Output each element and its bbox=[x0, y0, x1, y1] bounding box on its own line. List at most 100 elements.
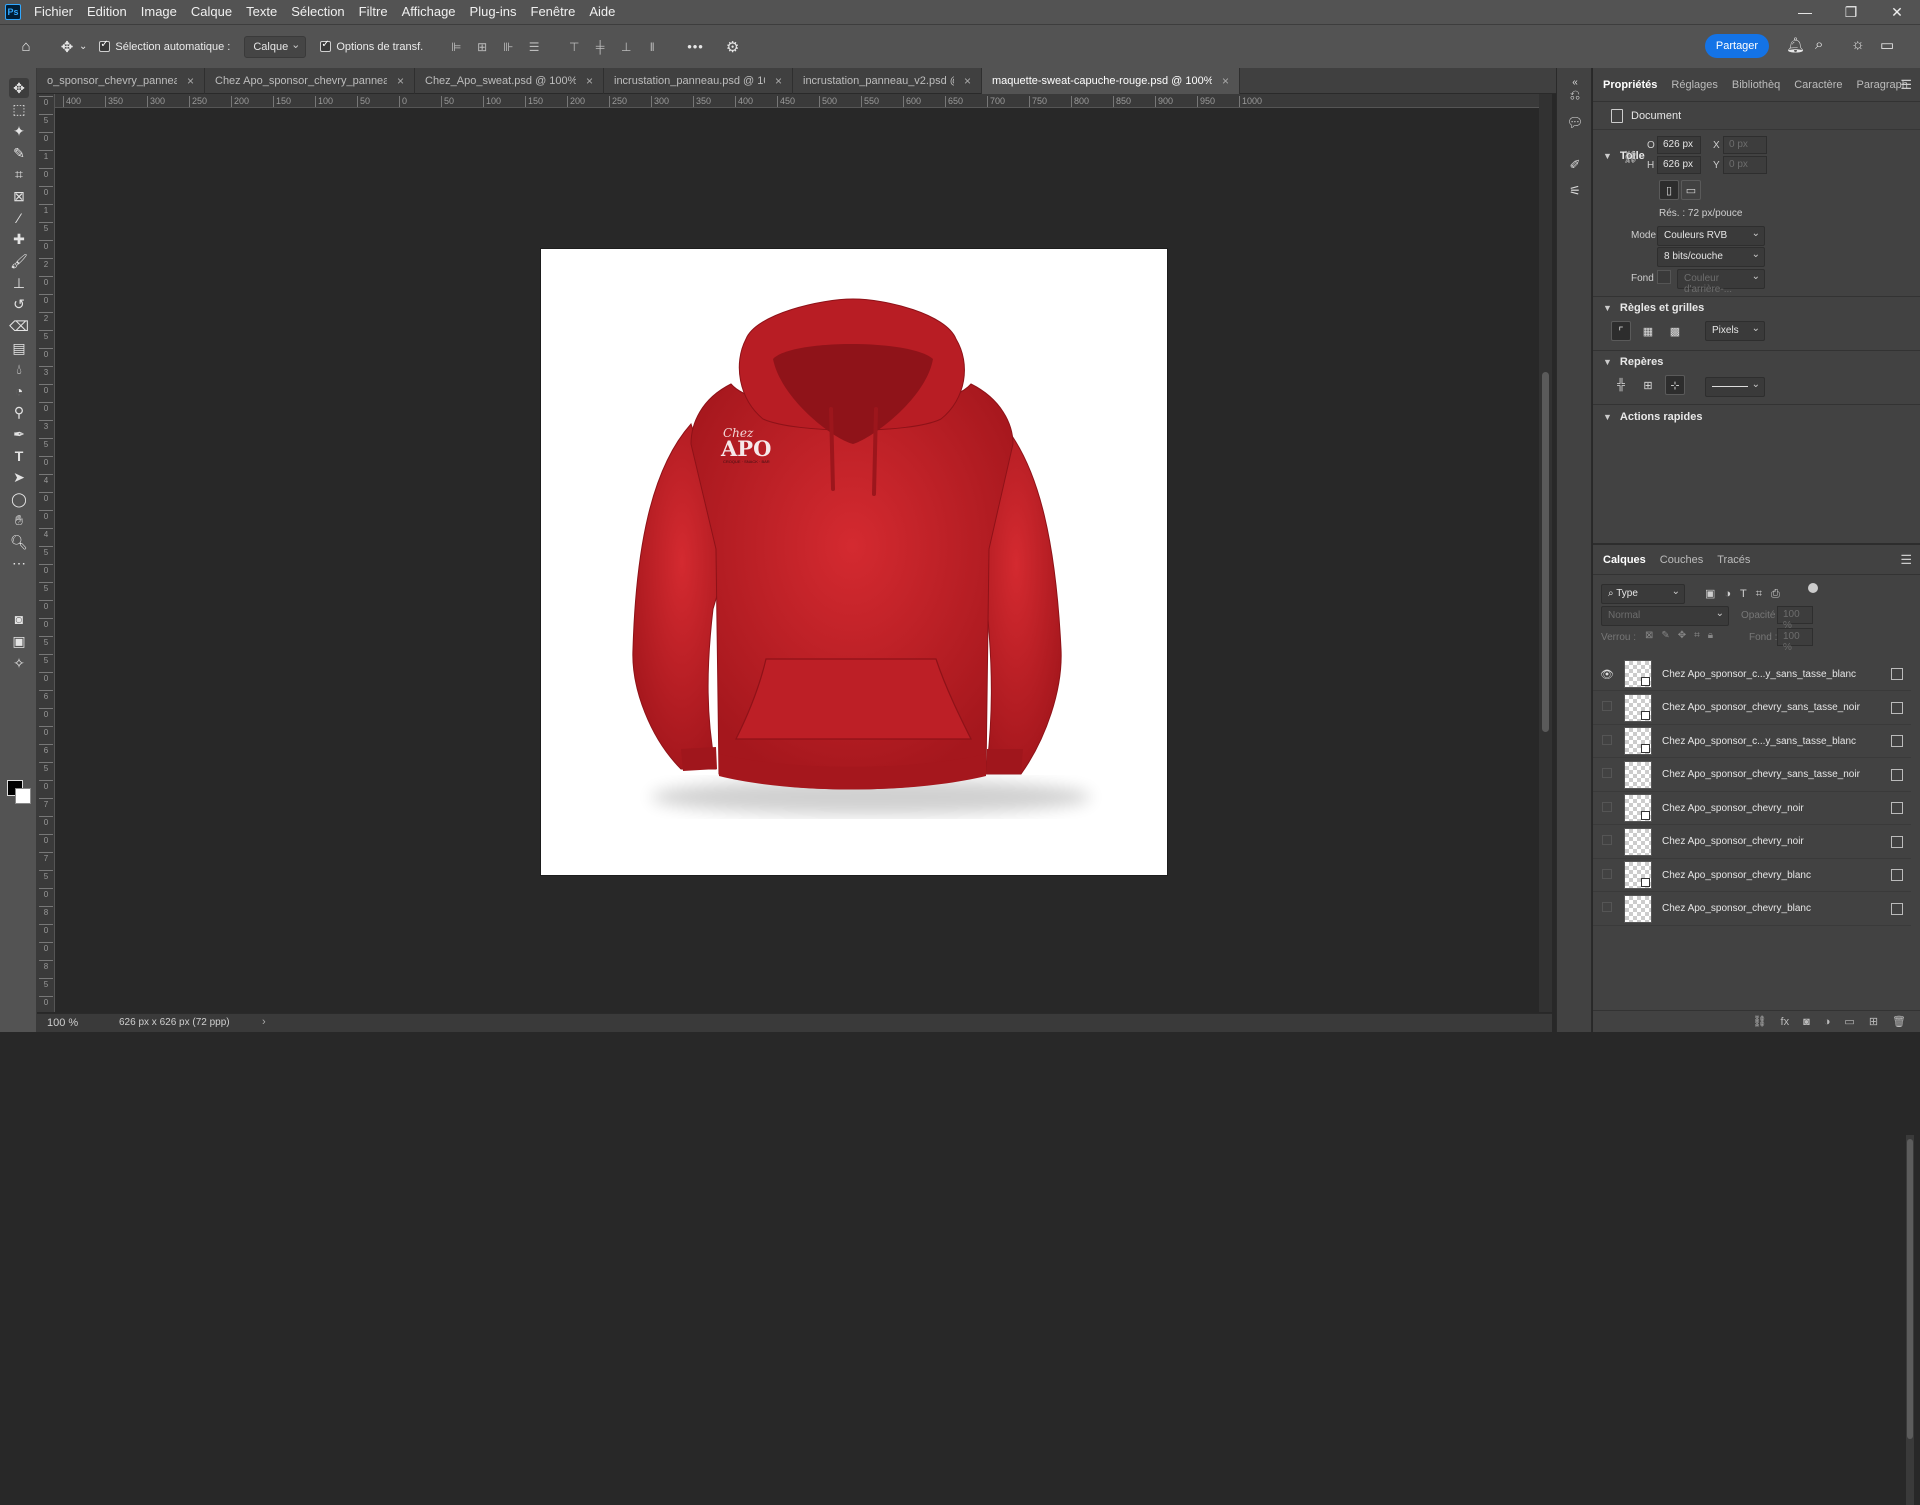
guides-icon[interactable]: ╬ bbox=[1611, 375, 1631, 395]
menu-image[interactable]: Image bbox=[134, 0, 184, 24]
document-tab[interactable]: incrustation_panneau_v2.psd @ 100... × bbox=[793, 68, 982, 94]
status-menu-arrow[interactable]: › bbox=[262, 1016, 266, 1028]
move-tool-icon[interactable]: ✥ bbox=[59, 38, 75, 56]
document-tab[interactable]: incrustation_panneau.psd @ 100% (... × bbox=[604, 68, 793, 94]
adjustment-layer-icon[interactable]: ◑ bbox=[1824, 1016, 1831, 1028]
document-tab[interactable]: Chez_Apo_sweat.psd @ 100% (Chez... × bbox=[415, 68, 604, 94]
share-button[interactable]: Partager bbox=[1705, 34, 1769, 58]
eye-icon[interactable]: 👁︎ bbox=[1593, 668, 1621, 681]
layer-row[interactable]: 👁︎ Chez Apo_sponsor_c...y_sans_tasse_blan… bbox=[1593, 658, 1911, 691]
pen-tool-icon[interactable]: ✒ bbox=[9, 424, 29, 444]
link-icon[interactable]: ⛓ bbox=[1623, 150, 1638, 164]
pixel-grid-icon[interactable]: ▩ bbox=[1665, 321, 1685, 341]
menu-filtre[interactable]: Filtre bbox=[352, 0, 395, 24]
visibility-toggle[interactable] bbox=[1593, 902, 1621, 915]
layer-row[interactable]: Chez Apo_sponsor_chevry_noir bbox=[1593, 792, 1911, 825]
visibility-toggle[interactable] bbox=[1593, 701, 1621, 714]
comments-icon[interactable]: 💬︎ bbox=[1566, 114, 1584, 132]
restore-button[interactable]: ❐ bbox=[1828, 0, 1874, 24]
rulers-toggle-button[interactable]: ⌜ bbox=[1611, 321, 1631, 341]
blur-tool-icon[interactable]: 💧︎ bbox=[9, 359, 29, 379]
more-tools-icon[interactable]: ⋯ bbox=[9, 553, 29, 573]
hand-tool-icon[interactable]: ✋︎ bbox=[9, 510, 29, 530]
adjustments-icon[interactable]: ⚟ bbox=[1566, 182, 1584, 200]
auto-select-dropdown[interactable]: Calque bbox=[244, 35, 307, 58]
panel-menu-icon[interactable]: ☰ bbox=[1900, 552, 1912, 568]
grid-icon[interactable]: ▦ bbox=[1638, 321, 1658, 341]
search-icon[interactable]: ⌕ bbox=[1815, 36, 1823, 53]
blend-mode-dropdown[interactable]: Normal bbox=[1601, 606, 1729, 626]
trash-icon[interactable]: 🗑︎ bbox=[1892, 1015, 1906, 1028]
layer-row[interactable]: Chez Apo_sponsor_chevry_blanc bbox=[1593, 893, 1911, 926]
zoom-tool-icon[interactable]: 🔍︎ bbox=[9, 532, 29, 552]
align-top-icon[interactable]: ⊤ bbox=[567, 40, 581, 54]
portrait-orientation-button[interactable]: ▯ bbox=[1659, 180, 1679, 200]
close-tab-icon[interactable]: × bbox=[964, 74, 971, 88]
align-middle-icon[interactable]: ╪ bbox=[593, 40, 607, 54]
layer-row[interactable]: Chez Apo_sponsor_chevry_sans_tasse_noir bbox=[1593, 759, 1911, 792]
sponge-tool-icon[interactable]: ⚲ bbox=[9, 402, 29, 422]
visibility-toggle[interactable] bbox=[1593, 868, 1621, 882]
close-tab-icon[interactable]: × bbox=[397, 74, 404, 88]
menu-aide[interactable]: Aide bbox=[582, 0, 622, 24]
menu-calque[interactable]: Calque bbox=[184, 0, 239, 24]
layers-scrollbar[interactable] bbox=[1906, 1135, 1914, 1505]
fond-dropdown[interactable]: Couleur d'arrière-... bbox=[1677, 269, 1765, 295]
tab-traces[interactable]: Tracés bbox=[1717, 554, 1750, 566]
link-layers-icon[interactable]: ⛓ bbox=[1753, 1015, 1767, 1028]
close-window-button[interactable]: ✕ bbox=[1874, 0, 1920, 24]
visibility-box[interactable] bbox=[1602, 701, 1612, 711]
vertical-scrollbar[interactable] bbox=[1539, 94, 1552, 1012]
zoom-level[interactable]: 100 % bbox=[47, 1017, 78, 1029]
tab-calques[interactable]: Calques bbox=[1603, 554, 1646, 566]
type-tool-icon[interactable]: T bbox=[9, 446, 29, 466]
bell-icon[interactable]: 🔔︎ bbox=[1786, 36, 1805, 54]
auto-select-checkbox[interactable]: Sélection automatique : bbox=[99, 39, 230, 53]
align-left-icon[interactable]: ⊫ bbox=[449, 40, 463, 54]
tab-bibliotheque[interactable]: Bibliothèq bbox=[1732, 79, 1780, 91]
guides-section-header[interactable]: ▼ Repères bbox=[1593, 349, 1663, 375]
more-options-icon[interactable]: ••• bbox=[687, 39, 704, 54]
close-tab-icon[interactable]: × bbox=[187, 74, 194, 88]
new-guide-icon[interactable]: ⊞ bbox=[1638, 375, 1658, 395]
quick-actions-section-header[interactable]: ▼ Actions rapides bbox=[1593, 404, 1702, 430]
artboard[interactable]: Chez APO CROQUE · SNACK · BAR bbox=[541, 249, 1167, 875]
layer-row[interactable]: Chez Apo_sponsor_chevry_noir bbox=[1593, 826, 1911, 859]
fill-field[interactable]: 100 % bbox=[1777, 628, 1813, 653]
transform-options-checkbox[interactable]: Options de transf. bbox=[320, 39, 423, 53]
gear-icon[interactable]: ⚙ bbox=[726, 38, 739, 56]
menu-selection[interactable]: Sélection bbox=[284, 0, 351, 24]
panel-menu-icon[interactable]: ☰ bbox=[1900, 77, 1912, 93]
visibility-box[interactable] bbox=[1602, 734, 1612, 745]
tab-couches[interactable]: Couches bbox=[1660, 554, 1703, 566]
brush-settings-icon[interactable]: ✐ bbox=[1566, 156, 1584, 174]
menu-affichage[interactable]: Affichage bbox=[395, 0, 463, 24]
visibility-box[interactable] bbox=[1602, 835, 1612, 845]
document-tab[interactable]: Chez Apo_sponsor_chevry_panneau_v3.psd × bbox=[205, 68, 415, 94]
layer-filter-icons[interactable]: ▣◑T⌗⎙ bbox=[1705, 587, 1789, 601]
visibility-box[interactable] bbox=[1602, 768, 1612, 778]
layer-row[interactable]: Chez Apo_sponsor_chevry_blanc bbox=[1593, 859, 1911, 892]
width-field[interactable]: 626 px bbox=[1657, 136, 1701, 154]
path-select-tool-icon[interactable]: ➤ bbox=[9, 467, 29, 487]
chevron-down-icon[interactable]: ⌄ bbox=[79, 41, 87, 52]
clear-guides-icon[interactable]: ⊹ bbox=[1665, 375, 1685, 395]
close-tab-icon[interactable]: × bbox=[1222, 74, 1229, 88]
menu-edition[interactable]: Edition bbox=[80, 0, 134, 24]
lightbulb-icon[interactable]: ☼ bbox=[1851, 36, 1865, 53]
visibility-box[interactable] bbox=[1602, 902, 1612, 912]
checkbox-box[interactable] bbox=[99, 39, 111, 52]
scrollbar-thumb[interactable] bbox=[1907, 1139, 1913, 1439]
tab-caractere[interactable]: Caractère bbox=[1794, 79, 1842, 91]
minimize-button[interactable]: — bbox=[1782, 0, 1828, 24]
new-group-icon[interactable]: ▭ bbox=[1844, 1015, 1854, 1028]
home-icon[interactable]: ⌂ bbox=[17, 38, 35, 55]
checkbox-box[interactable] bbox=[320, 39, 332, 52]
visibility-box[interactable] bbox=[1602, 868, 1612, 879]
ellipse-tool-icon[interactable]: ◯ bbox=[9, 489, 29, 509]
distribute-vertical-icon[interactable]: ‖ bbox=[645, 40, 659, 54]
rulers-section-header[interactable]: ▼ Règles et grilles bbox=[1593, 295, 1704, 321]
stamp-tool-icon[interactable]: ⊥ bbox=[9, 273, 29, 293]
layer-row[interactable]: Chez Apo_sponsor_chevry_sans_tasse_noir bbox=[1593, 692, 1911, 725]
visibility-box[interactable] bbox=[1602, 801, 1612, 812]
